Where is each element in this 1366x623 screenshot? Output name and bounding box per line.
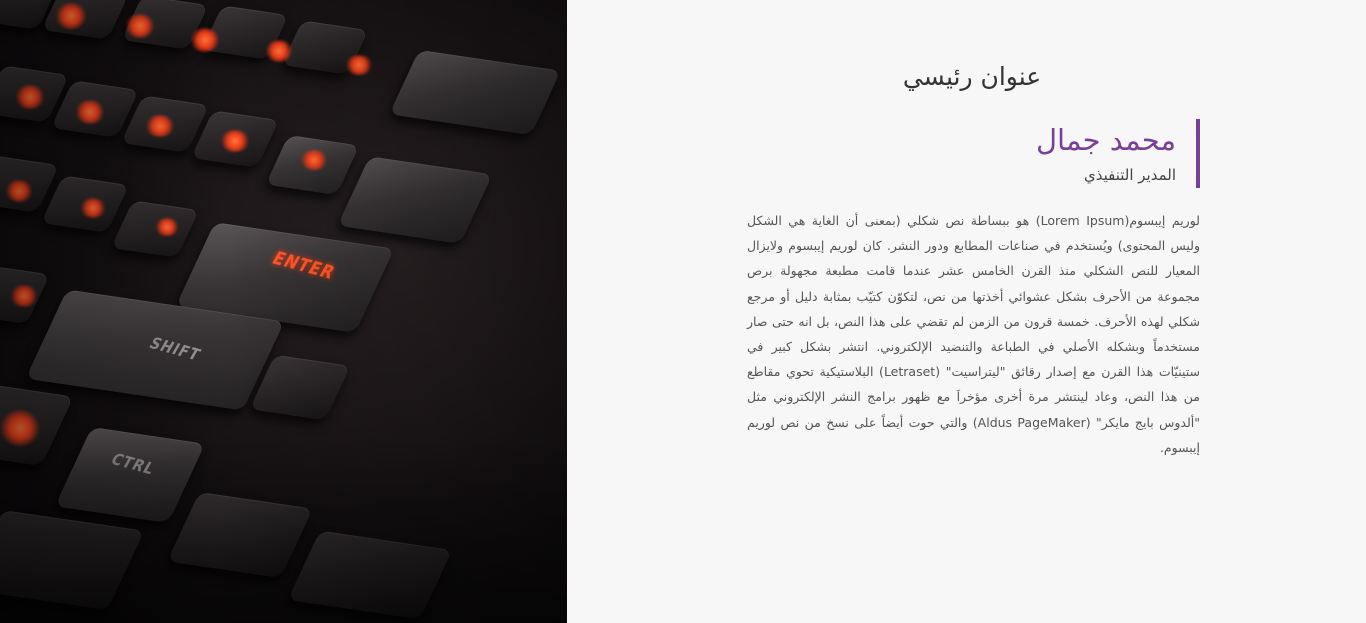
key-glow xyxy=(55,3,87,29)
body-paragraph: لوريم إيبسوم(Lorem Ipsum) هو ببساطة نص ش… xyxy=(747,213,1200,455)
key xyxy=(167,491,313,579)
key-glow xyxy=(5,180,33,202)
keyboard-photo: ENTER SHIFT CTRL xyxy=(0,0,567,623)
key-glow xyxy=(75,100,105,124)
key-glow xyxy=(265,40,293,62)
key-glow xyxy=(155,218,179,236)
profile-block: محمد جمال المدير التنفيذي xyxy=(1036,119,1200,188)
key xyxy=(249,354,351,421)
key-glow xyxy=(300,150,328,170)
key xyxy=(0,509,145,611)
profile-role: المدير التنفيذي xyxy=(1083,166,1176,184)
page-title: عنوان رئيسي xyxy=(902,62,1042,91)
key-glow xyxy=(125,14,155,38)
key-glow xyxy=(220,130,250,152)
key-glow xyxy=(15,85,45,109)
page: ENTER SHIFT CTRL عنوان رئيسي محمد جمال ا… xyxy=(0,0,1366,623)
key-glow xyxy=(345,55,373,75)
key-glow xyxy=(10,285,38,307)
key xyxy=(287,530,453,620)
content-panel: عنوان رئيسي محمد جمال المدير التنفيذي لو… xyxy=(567,0,1366,623)
profile-name: محمد جمال xyxy=(1035,123,1176,157)
key-glow xyxy=(0,410,40,446)
key-glow xyxy=(145,115,175,137)
key-glow xyxy=(80,198,106,218)
key xyxy=(389,49,561,136)
key-ctrl xyxy=(54,427,206,523)
key-glow xyxy=(190,28,220,52)
key xyxy=(337,156,493,244)
